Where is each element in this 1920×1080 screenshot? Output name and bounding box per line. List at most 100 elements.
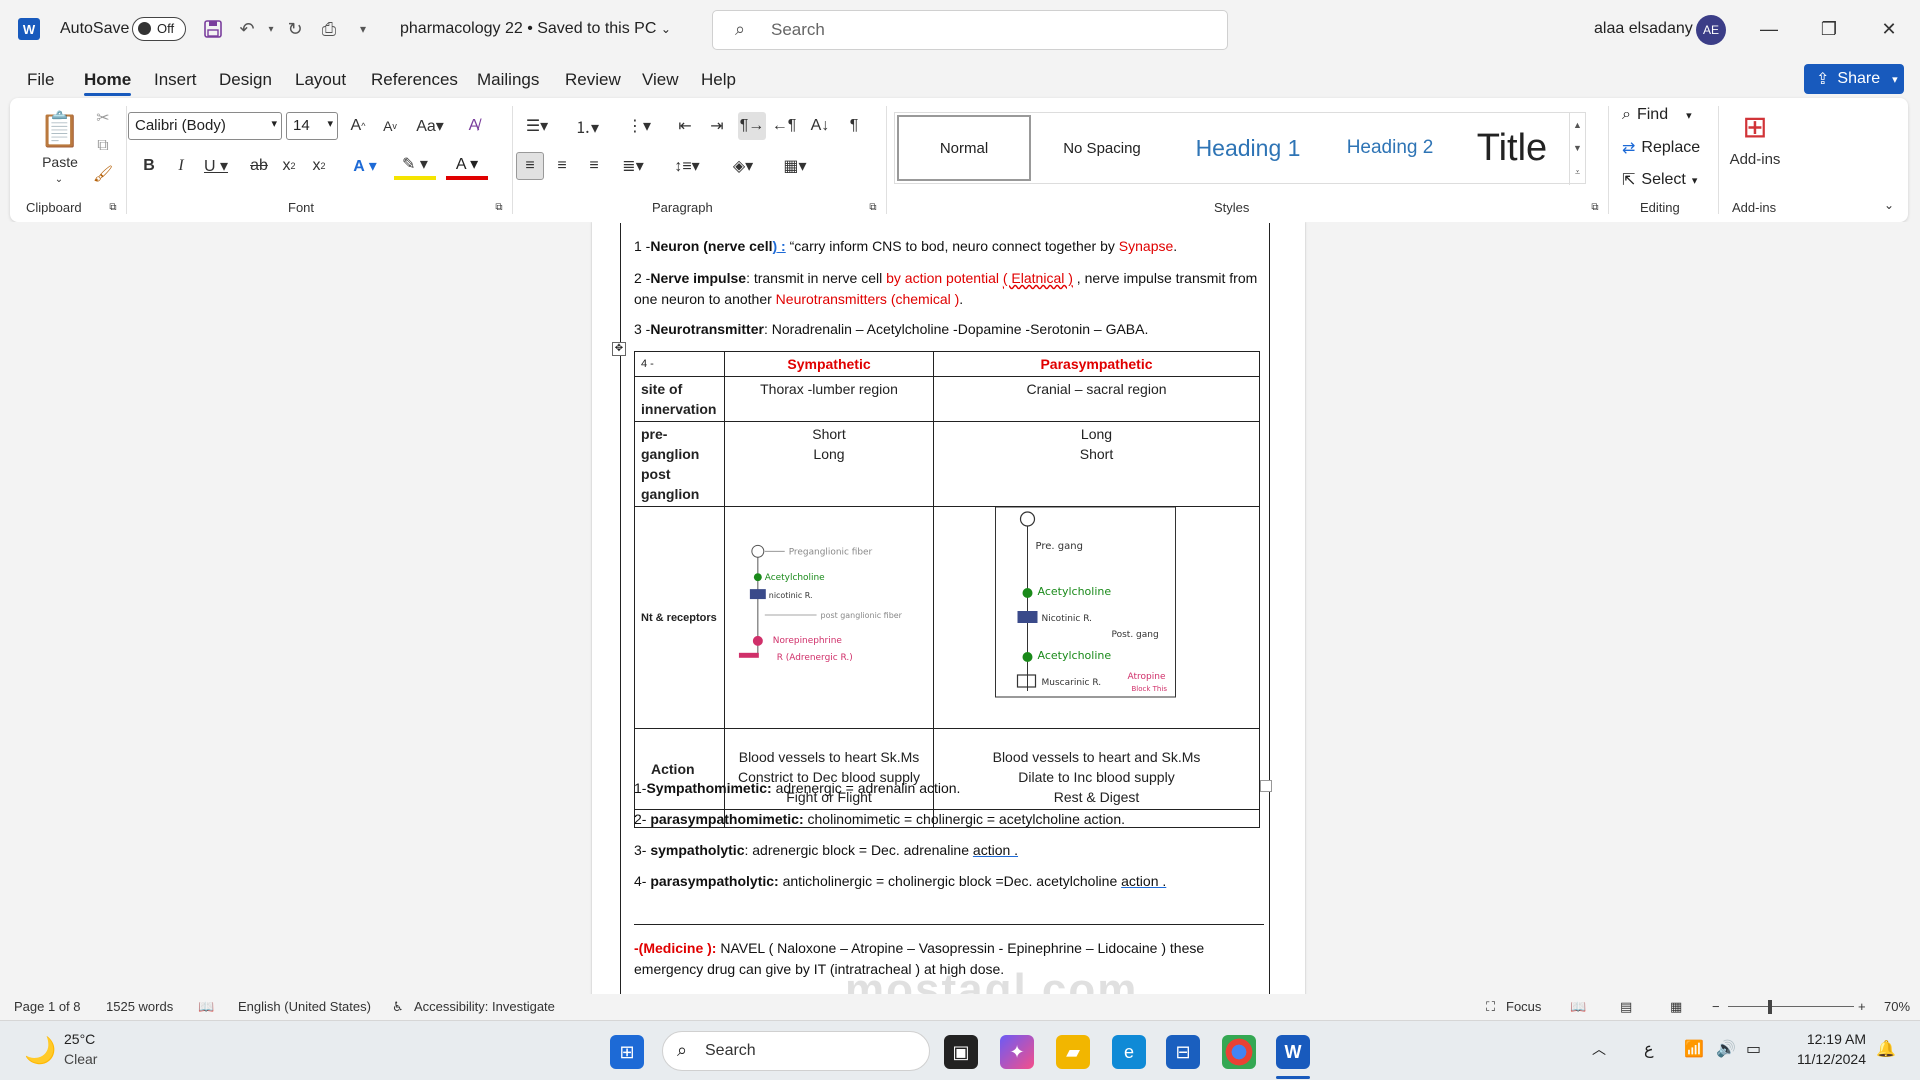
grow-font-icon[interactable]: A ^	[344, 112, 372, 140]
style-normal[interactable]: Normal	[897, 115, 1031, 181]
paragraph-neuron[interactable]: 1 -Neuron (nerve cell) : “carry inform C…	[634, 236, 1260, 257]
align-left-icon[interactable]: ≡	[516, 152, 544, 180]
table-move-handle-icon[interactable]: ✥	[612, 342, 626, 356]
style-heading-2[interactable]: Heading 2	[1325, 115, 1455, 181]
find-button[interactable]: ⌕ Find ▾	[1622, 106, 1692, 124]
print-layout-icon[interactable]: ▤	[1620, 999, 1632, 1015]
weather-moon-icon[interactable]: 🌙	[24, 1035, 56, 1066]
web-layout-icon[interactable]: ▦	[1670, 999, 1682, 1015]
collapse-ribbon-icon[interactable]: ⌄	[1880, 196, 1898, 214]
dialog-launcher-icon[interactable]: ⧉	[1588, 200, 1602, 214]
clock-time[interactable]: 12:19 AM	[1790, 1031, 1866, 1047]
tab-home[interactable]: Home	[84, 70, 132, 96]
ltr-direction-icon[interactable]: ¶→	[738, 112, 766, 140]
chrome-icon[interactable]	[1222, 1035, 1256, 1069]
clear-formatting-icon[interactable]: A̸	[460, 112, 488, 140]
redo-icon[interactable]: ↻	[282, 16, 308, 42]
page-count[interactable]: Page 1 of 8	[14, 999, 81, 1014]
word-count[interactable]: 1525 words	[106, 999, 173, 1014]
share-button[interactable]: ⇪ Share ▾	[1804, 64, 1904, 94]
paragraph-nerve-impulse[interactable]: 2 -Nerve impulse: transmit in nerve cell…	[634, 268, 1260, 310]
avatar[interactable]: AE	[1696, 15, 1726, 45]
close-icon[interactable]: ✕	[1874, 14, 1904, 44]
paste-label[interactable]: Paste	[32, 152, 88, 172]
align-center-icon[interactable]: ≡	[548, 152, 576, 180]
focus-button[interactable]: Focus	[1506, 999, 1541, 1014]
copilot-icon[interactable]: ✦	[1000, 1035, 1034, 1069]
style-title[interactable]: Title	[1457, 115, 1567, 181]
file-explorer-icon[interactable]: ▰	[1056, 1035, 1090, 1069]
increase-indent-icon[interactable]: ⇥	[704, 112, 730, 140]
tab-references[interactable]: References	[371, 70, 458, 90]
print-preview-icon[interactable]: ⎙	[316, 16, 342, 42]
list-item[interactable]: 2- parasympathomimetic: cholinomimetic =…	[634, 809, 1260, 830]
input-language[interactable]: ع	[1644, 1039, 1654, 1059]
proofing-icon[interactable]: 📖	[198, 999, 214, 1015]
paste-icon[interactable]: 📋	[32, 106, 88, 154]
list-item[interactable]: 1-Sympathomimetic: adrenergic = adrenali…	[634, 778, 1260, 799]
taskbar-search[interactable]: ⌕ Search	[662, 1031, 930, 1071]
superscript-icon[interactable]: x2	[306, 152, 332, 180]
document-area[interactable]: 1 -Neuron (nerve cell) : “carry inform C…	[0, 222, 1920, 1004]
start-icon[interactable]: ⊞	[610, 1035, 644, 1069]
zoom-slider-thumb[interactable]	[1768, 1000, 1772, 1014]
edge-icon[interactable]: e	[1112, 1035, 1146, 1069]
borders-icon[interactable]: ▦▾	[774, 152, 816, 180]
autosave-toggle[interactable]: Off	[132, 17, 186, 41]
sort-icon[interactable]: A↓	[806, 112, 834, 140]
decrease-indent-icon[interactable]: ⇤	[672, 112, 698, 140]
underline-icon[interactable]: U ▾	[198, 152, 234, 180]
replace-button[interactable]: ⇄ Replace	[1622, 138, 1700, 158]
save-icon[interactable]	[200, 16, 226, 42]
tab-mailings[interactable]: Mailings	[477, 70, 539, 90]
undo-dropdown-icon[interactable]: ▾	[258, 16, 284, 42]
justify-icon[interactable]: ≣▾	[612, 152, 654, 180]
dialog-launcher-icon[interactable]: ⧉	[106, 200, 120, 214]
customize-toolbar-icon[interactable]: ▾	[350, 16, 376, 42]
text-effects-icon[interactable]: A ▾	[344, 152, 386, 180]
font-color-icon[interactable]: A ▾	[446, 152, 488, 180]
list-item[interactable]: 4- parasympatholytic: anticholinergic = …	[634, 871, 1260, 892]
tab-help[interactable]: Help	[701, 70, 736, 90]
language[interactable]: English (United States)	[238, 999, 371, 1014]
align-right-icon[interactable]: ≡	[580, 152, 608, 180]
user-name[interactable]: alaa elsadany	[1594, 20, 1693, 38]
document-page[interactable]: 1 -Neuron (nerve cell) : “carry inform C…	[592, 222, 1305, 1004]
wifi-icon[interactable]: 📶	[1684, 1039, 1704, 1059]
format-painter-icon[interactable]: 🖌	[90, 162, 116, 186]
list-item[interactable]: 3- sympatholytic: adrenergic block = Dec…	[634, 840, 1260, 861]
tab-view[interactable]: View	[642, 70, 679, 90]
zoom-level[interactable]: 70%	[1884, 999, 1910, 1014]
zoom-in-icon[interactable]: +	[1858, 999, 1866, 1014]
font-name-select[interactable]: Calibri (Body) ▾	[128, 112, 282, 140]
bold-icon[interactable]: B	[136, 152, 162, 180]
addins-button-label[interactable]: Add-ins	[1722, 148, 1788, 170]
cut-icon[interactable]: ✂	[90, 106, 116, 130]
more-styles-icon[interactable]: ⩡	[1575, 167, 1580, 178]
multilevel-list-icon[interactable]: ⋮▾	[618, 112, 660, 140]
zoom-out-icon[interactable]: −	[1712, 999, 1720, 1014]
volume-icon[interactable]: 🔊	[1716, 1039, 1736, 1059]
scroll-up-icon[interactable]: ▲	[1573, 120, 1582, 130]
weather-temp[interactable]: 25°C	[64, 1031, 95, 1047]
word-taskbar-icon[interactable]: W	[1276, 1035, 1310, 1069]
task-view-icon[interactable]: ▣	[944, 1035, 978, 1069]
show-formatting-icon[interactable]: ¶	[840, 112, 868, 140]
addins-icon[interactable]: ⊞	[1736, 108, 1774, 146]
font-size-select[interactable]: 14 ▾	[286, 112, 338, 140]
chevron-up-icon[interactable]: ︿	[1592, 1039, 1606, 1059]
undo-icon[interactable]: ↶	[234, 16, 260, 42]
accessibility-status[interactable]: Accessibility: Investigate	[414, 999, 555, 1014]
scroll-down-icon[interactable]: ▼	[1573, 143, 1582, 153]
search-input[interactable]: ⌕ Search	[712, 10, 1228, 50]
paragraph-neurotransmitter[interactable]: 3 -Neurotransmitter: Noradrenalin – Acet…	[634, 319, 1260, 340]
tab-file[interactable]: File	[27, 70, 54, 90]
change-case-icon[interactable]: Aa▾	[410, 112, 450, 140]
clock-date[interactable]: 11/12/2024	[1790, 1051, 1866, 1067]
restore-icon[interactable]: ❐	[1814, 14, 1844, 44]
bullets-icon[interactable]: ☰▾	[516, 112, 558, 140]
shrink-font-icon[interactable]: Av	[376, 112, 404, 140]
tab-insert[interactable]: Insert	[154, 70, 197, 90]
select-button[interactable]: ⇱ Select ▾	[1622, 170, 1697, 190]
gallery-scroll[interactable]: ▲ ▼ ⩡	[1569, 113, 1585, 185]
